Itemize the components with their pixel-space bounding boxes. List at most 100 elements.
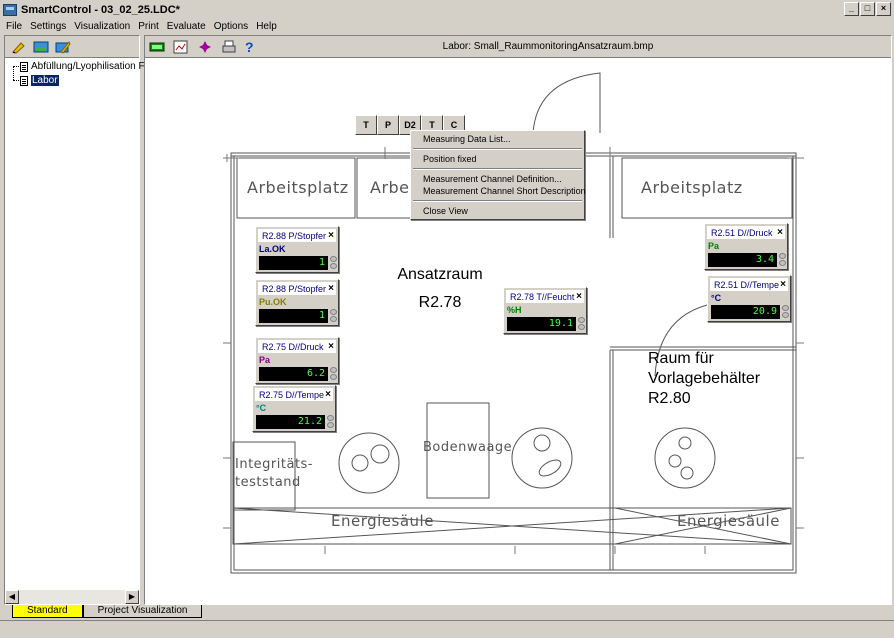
title-bar: SmartControl - 03_02_25.LDC* _ □ × [0,0,894,19]
widget-title: R2.78 T//Feucht × [506,290,584,303]
tab-standard[interactable]: Standard [12,605,83,618]
widget-value-text: 21.2 [297,416,322,427]
tag-p[interactable]: P [377,115,399,135]
floor-plan-canvas[interactable]: Arbeitsplatz Arbei Arbeitsplatz Integrit… [145,58,891,604]
spin-icon[interactable] [330,309,338,323]
plan-label-energie-2: Energiesäule [677,512,780,530]
menu-file[interactable]: File [2,21,26,32]
widget-title: R2.51 D//Druck × [707,226,785,239]
widget-value-text: 3.4 [755,254,774,265]
widget-value-text: 1 [318,310,325,321]
widget-unit: Pa [708,241,720,251]
plan-label-arbeitsplatz-1: Arbeitsplatz [247,178,349,197]
spin-icon[interactable] [330,256,338,270]
tree-item-labor[interactable]: Labor [20,75,59,86]
app-icon [3,3,17,16]
spin-icon[interactable] [327,415,335,429]
close-icon[interactable]: × [777,227,783,238]
context-menu: Measuring Data List... Position fixed Me… [410,130,586,220]
sensor-widget[interactable]: R2.88 P/Stopfer × La.OK 1 [255,226,339,273]
widget-unit: La.OK [259,244,286,254]
image-edit-icon[interactable] [55,40,71,54]
spin-icon[interactable] [330,367,338,381]
widget-title: R2.88 P/Stopfer × [258,229,336,242]
widget-title-text: R2.88 P/Stopfer [262,284,327,294]
spin-icon[interactable] [782,305,790,319]
sensor-widget[interactable]: R2.75 D//Tempe × °C 21.2 [252,385,336,432]
close-icon[interactable]: × [576,291,582,302]
widget-value: 6.2 [259,367,337,381]
menu-help[interactable]: Help [252,21,281,32]
sensor-widget[interactable]: R2.51 D//Druck × Pa 3.4 [704,223,788,270]
widget-title-text: R2.51 D//Druck [711,228,773,238]
sensor-widget[interactable]: R2.75 D//Druck × Pa 6.2 [255,337,339,384]
raum-line2: Vorlagebehälter [648,370,761,387]
widget-title-text: R2.78 T//Feucht [510,292,575,302]
maximize-button[interactable]: □ [860,2,875,16]
plan-label-arbeitsplatz-2: Arbei [370,178,415,197]
close-icon[interactable]: × [328,230,334,241]
sensor-widget[interactable]: R2.88 P/Stopfer × Pu.OK 1 [255,279,339,326]
display-icon[interactable] [149,40,165,54]
widget-value: 3.4 [708,253,786,267]
widget-unit: °C [711,293,722,303]
widget-unit: Pa [259,355,271,365]
widget-value: 20.9 [711,305,789,319]
document-icon [20,61,28,72]
menu-settings[interactable]: Settings [26,21,70,32]
widget-title: R2.75 D//Tempe × [255,388,333,401]
menu-separator [413,148,582,150]
close-icon[interactable]: × [328,341,334,352]
ansatzraum-number: R2.78 [418,294,462,311]
menu-evaluate[interactable]: Evaluate [163,21,210,32]
widget-title-text: R2.51 D//Tempe [714,280,780,290]
plan-label-integritaet: Integritäts- teststand [235,456,313,492]
close-icon[interactable]: × [780,279,786,290]
move-icon[interactable] [197,40,213,54]
image-icon[interactable] [33,40,49,54]
main-toolbar: ? Labor: Small_RaummonitoringAnsatzraum.… [145,36,891,58]
print-icon[interactable] [221,40,237,54]
sensor-widget[interactable]: R2.78 T//Feucht × %H 19.1 [503,287,587,334]
widget-title: R2.88 P/Stopfer × [258,282,336,295]
sensor-widget[interactable]: R2.51 D//Tempe × °C 20.9 [707,275,791,322]
spin-icon[interactable] [578,317,586,331]
tag-t[interactable]: T [355,115,377,135]
scroll-left-icon[interactable]: ◀ [5,590,19,604]
widget-title-text: R2.75 D//Tempe [259,390,325,400]
tree-view: Abfüllung/Lyophilisation F Labor [5,58,145,590]
plan-label-arbeitsplatz-3: Arbeitsplatz [641,178,743,197]
menu-visualization[interactable]: Visualization [70,21,134,32]
minimize-button[interactable]: _ [844,2,859,16]
widget-value: 21.2 [256,415,334,429]
tree-toolbar [5,36,139,58]
menu-print[interactable]: Print [134,21,163,32]
close-icon[interactable]: × [325,389,331,400]
menu-separator [413,200,582,202]
menu-close-view[interactable]: Close View [411,205,584,217]
help-icon[interactable]: ? [245,40,261,54]
spin-icon[interactable] [779,253,787,267]
room-label-vorlage: Raum für Vorlagebehälter R2.80 [648,349,760,409]
widget-value: 19.1 [507,317,585,331]
menu-channel-definition[interactable]: Measurement Channel Definition... [411,173,584,185]
menu-channel-short-description[interactable]: Measurement Channel Short Description [411,185,586,197]
visualization-pane: ? Labor: Small_RaummonitoringAnsatzraum.… [144,35,892,605]
menu-measuring-data-list[interactable]: Measuring Data List... [411,133,584,145]
tree-pane: Abfüllung/Lyophilisation F Labor ◀ ▶ [4,35,145,605]
tab-project-visualization[interactable]: Project Visualization [82,605,203,618]
picture-icon[interactable] [173,40,189,54]
horizontal-scrollbar[interactable]: ◀ ▶ [5,590,139,604]
edit-icon[interactable] [11,40,27,54]
tree-item-abfuellung[interactable]: Abfüllung/Lyophilisation F [20,61,145,72]
document-icon [20,75,28,86]
ansatzraum-name: Ansatzraum [397,266,483,283]
menu-position-fixed[interactable]: Position fixed [411,153,584,165]
widget-value-text: 20.9 [752,306,777,317]
close-icon[interactable]: × [328,283,334,294]
menu-options[interactable]: Options [210,21,252,32]
scroll-right-icon[interactable]: ▶ [125,590,139,604]
close-button[interactable]: × [876,2,891,16]
menu-bar: File Settings Visualization Print Evalua… [0,19,894,33]
widget-unit: %H [507,305,522,315]
